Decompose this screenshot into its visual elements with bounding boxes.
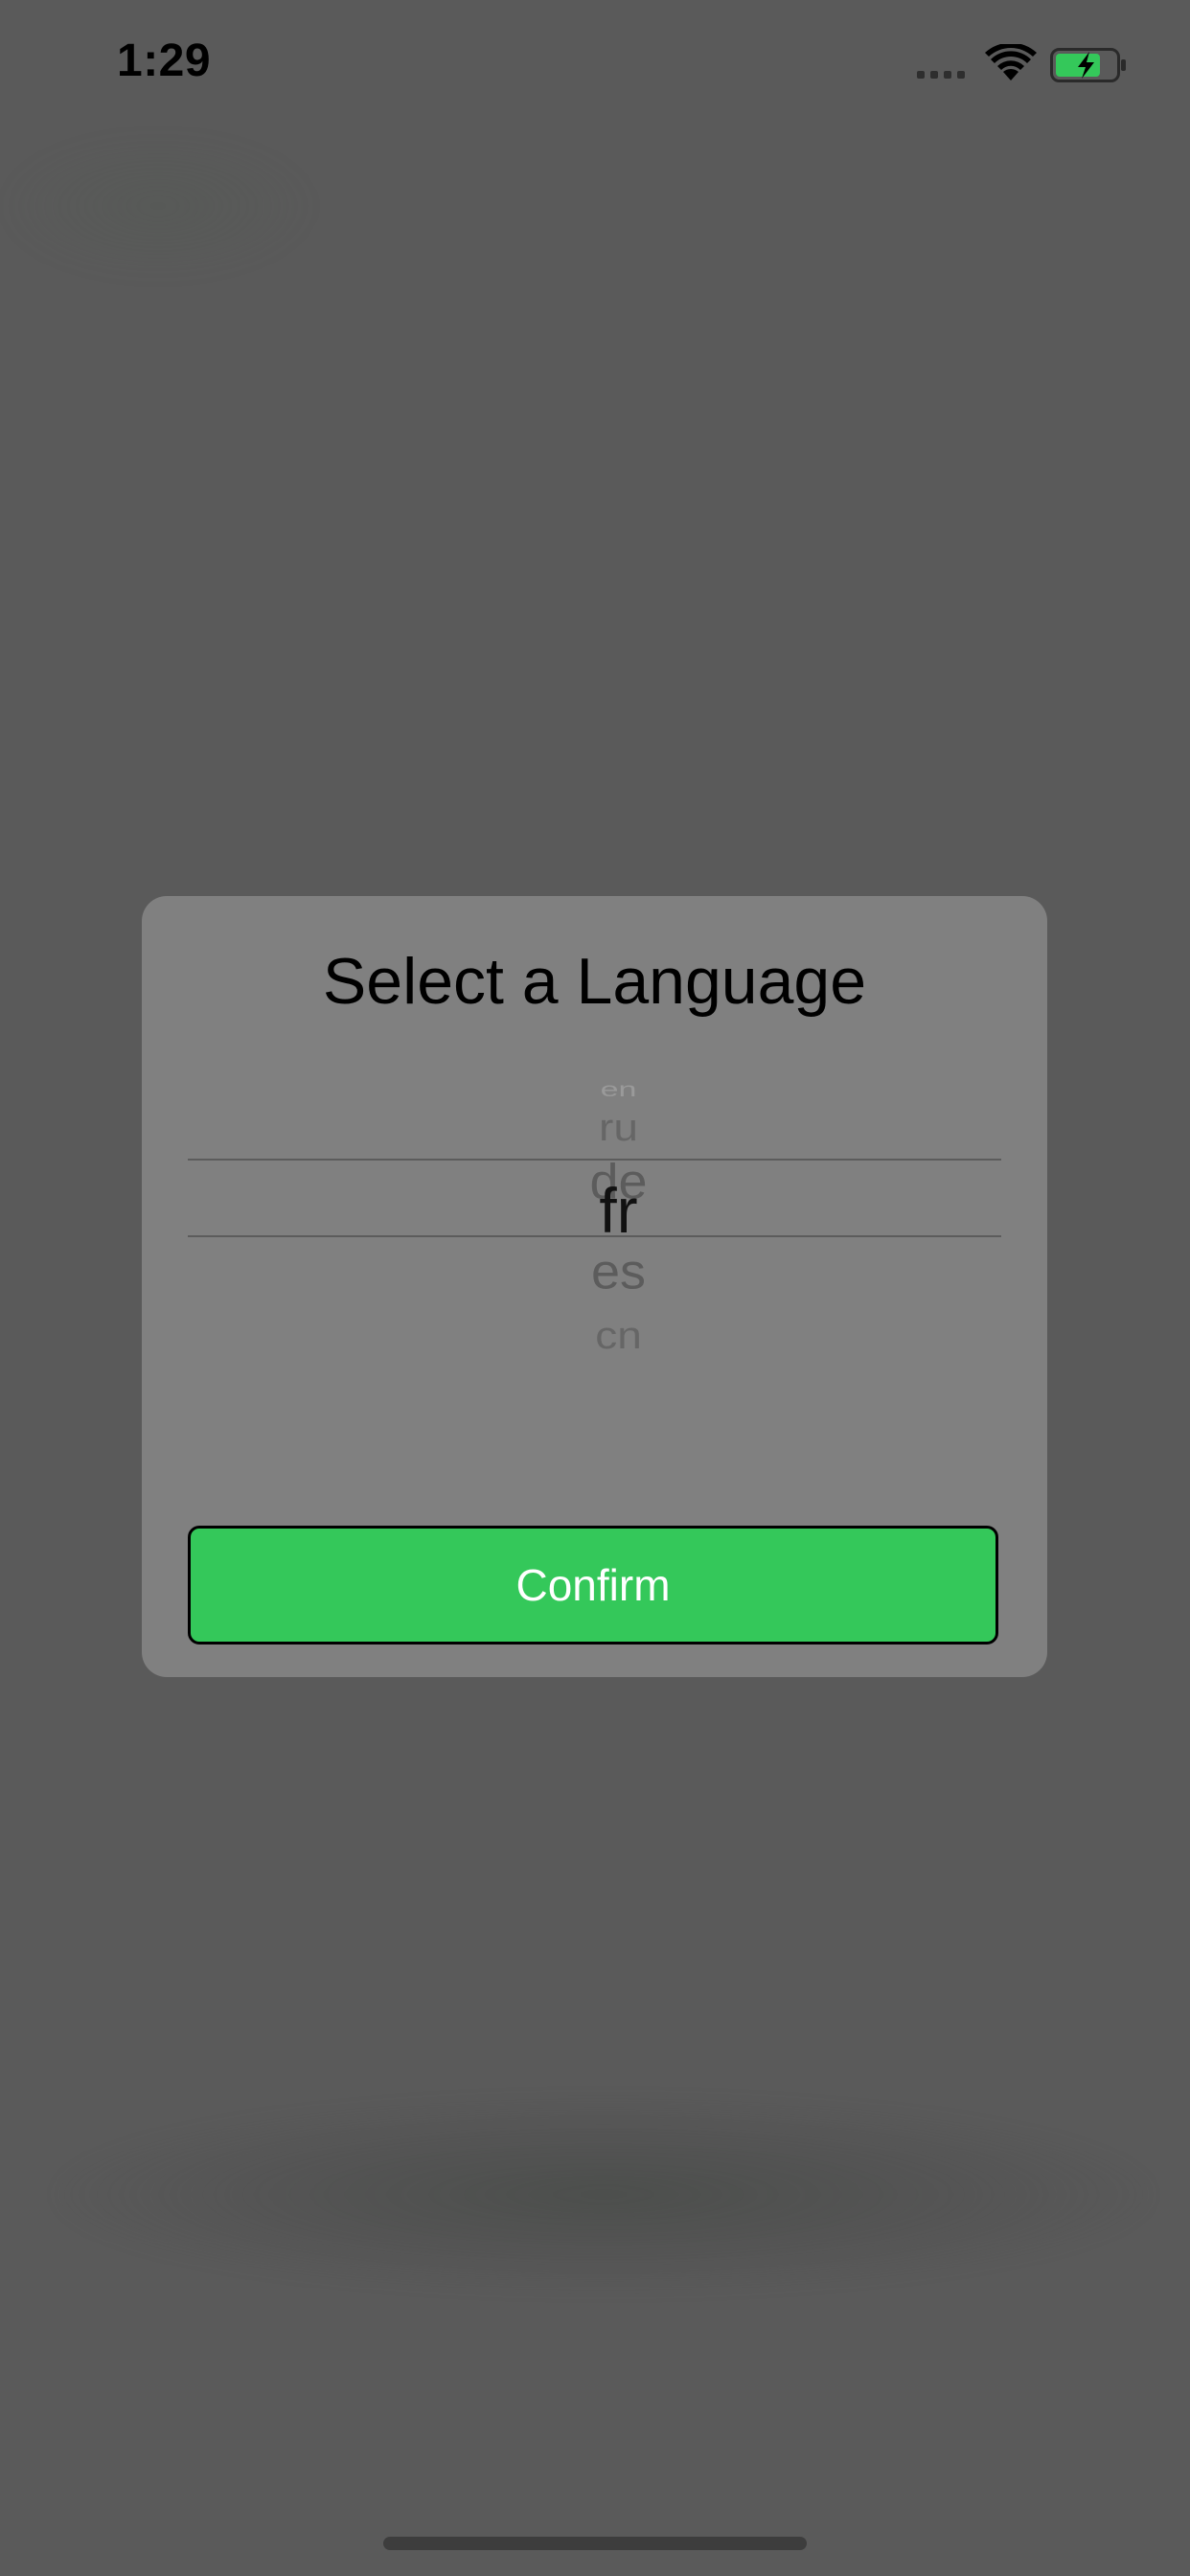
language-picker[interactable]: en ru de fr es cn xyxy=(188,1059,1001,1385)
battery-charging-icon xyxy=(1050,48,1126,82)
home-indicator[interactable] xyxy=(383,2537,807,2550)
dialog-title: Select a Language xyxy=(322,945,867,1018)
picker-option-fr-selected[interactable]: fr xyxy=(212,1179,1025,1242)
status-time: 1:29 xyxy=(117,35,212,86)
picker-option-cn[interactable]: cn xyxy=(212,1316,1025,1354)
picker-option-en[interactable]: en xyxy=(212,1079,1025,1099)
signal-icon xyxy=(917,71,965,79)
language-dialog: Select a Language en ru de fr es cn Conf… xyxy=(142,896,1047,1677)
picker-option-es[interactable]: es xyxy=(212,1247,1025,1297)
confirm-button[interactable]: Confirm xyxy=(188,1526,998,1644)
wifi-icon xyxy=(985,44,1037,80)
picker-option-ru[interactable]: ru xyxy=(212,1108,1025,1146)
status-bar: 1:29 xyxy=(0,0,1190,129)
background-shadow xyxy=(57,2099,1150,2290)
background-glow xyxy=(0,134,316,278)
